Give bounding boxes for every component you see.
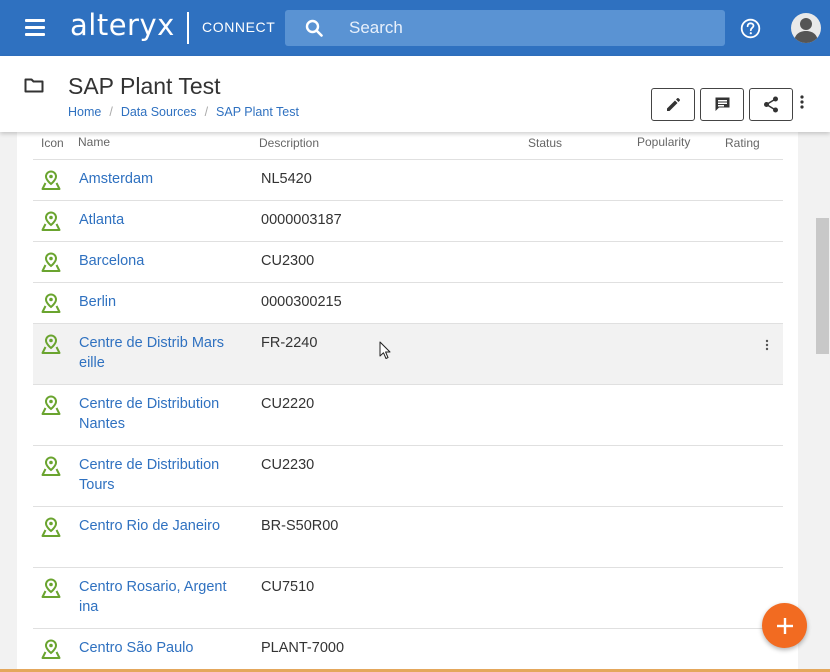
page-header: SAP Plant Test Home / Data Sources / SAP Pla… [0, 56, 830, 132]
logo-divider [187, 12, 189, 44]
data-sources-table-card: Icon Name Description Status Popularity … [17, 132, 798, 672]
row-name-link[interactable]: Centre de Distribution Nantes [79, 394, 229, 434]
mouse-cursor-icon [379, 341, 391, 359]
share-icon [764, 96, 778, 113]
map-pin-icon [41, 211, 61, 231]
logo[interactable]: alteryx [70, 8, 175, 42]
breadcrumb-separator: / [109, 105, 113, 119]
row-name-link[interactable]: Centro São Paulo [79, 638, 249, 658]
map-pin-icon [41, 639, 61, 659]
row-more-vertical-icon[interactable] [765, 339, 769, 351]
map-pin-icon [41, 456, 61, 476]
table-row[interactable]: Centre de Distrib Marseille FR-2240 [33, 324, 783, 385]
column-header-name[interactable]: Name [78, 135, 110, 149]
table-row[interactable]: Centre de Distribution Tours CU2230 [33, 446, 783, 507]
search-input[interactable] [349, 10, 709, 46]
row-name-link[interactable]: Amsterdam [79, 169, 229, 189]
row-name-link[interactable]: Berlin [79, 292, 229, 312]
row-name-link[interactable]: Barcelona [79, 251, 229, 271]
top-navigation-bar: alteryx CONNECT [0, 0, 830, 56]
row-description: CU2220 [261, 396, 315, 412]
column-header-rating[interactable]: Rating [725, 136, 760, 150]
row-description: 0000003187 [261, 212, 342, 228]
column-header-icon[interactable]: Icon [41, 136, 64, 150]
map-pin-icon [41, 170, 61, 190]
row-name-link[interactable]: Atlanta [79, 210, 229, 230]
comment-button[interactable] [700, 88, 744, 121]
map-pin-icon [41, 334, 61, 354]
edit-button[interactable] [651, 88, 695, 121]
table-row[interactable]: Centro Rio de Janeiro BR-S50R00 [33, 507, 783, 568]
menu-icon[interactable] [25, 19, 45, 36]
page-title: SAP Plant Test [68, 73, 221, 99]
edit-icon [667, 97, 680, 111]
user-icon [794, 18, 818, 43]
table-row[interactable]: Centro São Paulo PLANT-7000 [33, 629, 783, 670]
breadcrumb-current[interactable]: SAP Plant Test [216, 105, 299, 119]
column-header-popularity[interactable]: Popularity [637, 135, 690, 149]
table-row[interactable]: Centro Rosario, Argentina CU7510 [33, 568, 783, 629]
folder-icon [24, 78, 44, 93]
scrollbar-track[interactable] [814, 132, 830, 672]
table-row[interactable]: Centre de Distribution Nantes CU2220 [33, 385, 783, 446]
row-description: FR-2240 [261, 335, 318, 351]
row-description: PLANT-7000 [261, 640, 345, 656]
row-description: NL5420 [261, 171, 312, 187]
table-row[interactable]: Amsterdam NL5420 [33, 160, 783, 201]
row-description: CU2300 [261, 253, 315, 269]
map-pin-icon [41, 578, 61, 598]
column-header-status[interactable]: Status [528, 136, 562, 150]
row-description: 0000300215 [261, 294, 342, 310]
map-pin-icon [41, 252, 61, 272]
map-pin-icon [41, 293, 61, 313]
more-vertical-icon[interactable] [800, 95, 804, 109]
scrollbar-thumb[interactable] [816, 218, 829, 354]
column-header-description[interactable]: Description [259, 136, 319, 150]
logo-subtitle: CONNECT [202, 19, 276, 35]
row-name-link[interactable]: Centro Rio de Janeiro [79, 516, 249, 536]
row-name-link[interactable]: Centre de Distribution Tours [79, 455, 229, 495]
add-button[interactable] [762, 603, 807, 648]
avatar[interactable] [791, 13, 821, 43]
comment-icon [715, 97, 729, 111]
search-box[interactable] [285, 10, 725, 46]
table-row[interactable]: Barcelona CU2300 [33, 242, 783, 283]
row-name-link[interactable]: Centre de Distrib Marseille [79, 333, 229, 373]
search-icon[interactable] [305, 19, 323, 37]
map-pin-icon [41, 517, 61, 537]
plus-icon [776, 617, 793, 634]
breadcrumb: Home / Data Sources / SAP Plant Test [68, 105, 299, 119]
map-pin-icon [41, 395, 61, 415]
share-button[interactable] [749, 88, 793, 121]
table-row[interactable]: Berlin 0000300215 [33, 283, 783, 324]
table-row[interactable]: Atlanta 0000003187 [33, 201, 783, 242]
breadcrumb-data-sources[interactable]: Data Sources [121, 105, 197, 119]
row-description: CU2230 [261, 457, 315, 473]
help-icon[interactable] [740, 18, 761, 39]
row-name-link[interactable]: Centro Rosario, Argentina [79, 577, 229, 617]
breadcrumb-separator: / [204, 105, 209, 119]
row-description: BR-S50R00 [261, 518, 339, 534]
breadcrumb-home[interactable]: Home [68, 105, 101, 119]
row-description: CU7510 [261, 579, 315, 595]
